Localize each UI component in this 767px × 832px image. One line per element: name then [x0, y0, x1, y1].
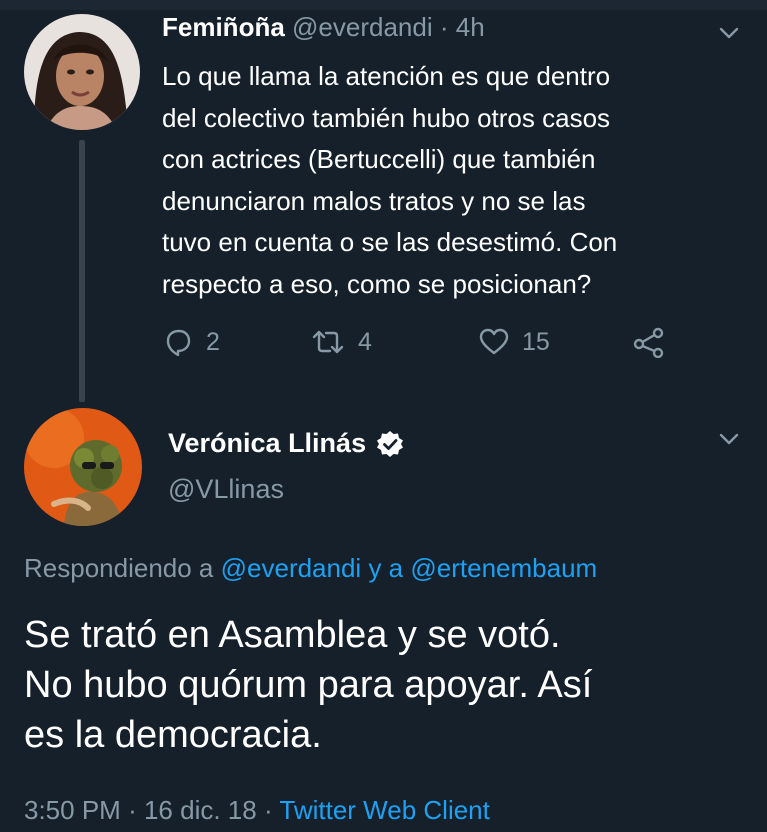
tweet1-line: respecto a eso, como se posicionan? — [162, 268, 592, 299]
tweet2-client-link[interactable]: Twitter Web Client — [279, 795, 489, 825]
chevron-down-icon[interactable] — [718, 22, 740, 44]
tweet2-author-name[interactable]: Verónica Llinás — [168, 428, 366, 459]
retweet-count: 4 — [358, 327, 372, 356]
tweet1-author-name[interactable]: Femiñoña — [162, 12, 285, 42]
reply-mention-ertenembaum[interactable]: @ertenembaum — [410, 553, 597, 583]
avatar-femino[interactable] — [24, 14, 140, 130]
tweet1-header: Femiñoña @everdandi · 4h — [162, 12, 485, 43]
like-button[interactable]: 15 — [478, 322, 550, 362]
tweet2-line: es la democracia. — [24, 714, 322, 756]
tweet1-line: tuvo en cuenta o se las desestimó. Con — [162, 227, 618, 257]
thread-connector-line — [79, 140, 85, 402]
retweet-button[interactable]: 4 — [310, 322, 372, 362]
tweet2-time[interactable]: 3:50 PM — [24, 795, 121, 825]
tweet2-text: Se trató en Asamblea y se votó. No hubo … — [24, 610, 592, 760]
share-button[interactable] — [632, 322, 666, 362]
tweet1-line: del colectivo también hubo otros casos — [162, 102, 611, 133]
tweet1-separator: · — [439, 12, 449, 42]
reply-icon — [166, 329, 191, 357]
tweet2-line: No hubo quórum para apoyar. Así — [24, 664, 593, 706]
share-icon — [633, 327, 664, 358]
tweet2-metadata: 3:50 PM · 16 dic. 18 · Twitter Web Clien… — [24, 795, 490, 826]
avatar-photo-icon — [24, 14, 140, 130]
avatar-veronica[interactable] — [24, 408, 142, 526]
meta-separator: · — [128, 795, 137, 825]
like-count: 15 — [522, 327, 550, 356]
tweet1-author-handle[interactable]: @everdandi — [292, 12, 433, 42]
reply-button[interactable]: 2 — [162, 322, 220, 362]
verified-badge-icon — [377, 430, 404, 457]
tweet2-author-handle[interactable]: @VLlinas — [168, 474, 284, 505]
reply-and-text[interactable]: y a — [368, 553, 403, 583]
reply-count: 2 — [206, 327, 220, 356]
top-edge-bar — [0, 0, 767, 10]
tweet2-line: Se trató en Asamblea y se votó. — [24, 614, 561, 656]
tweet1-line: denunciaron malos tratos y no se las — [162, 185, 586, 216]
tweet2-author-row: Verónica Llinás — [168, 428, 404, 459]
tweet1-timestamp[interactable]: 4h — [456, 12, 485, 42]
tweet1-line: con actrices (Bertuccelli) que también — [162, 144, 596, 174]
retweet-icon — [312, 330, 344, 354]
replying-to-line: Respondiendo a @everdandi y a @ertenemba… — [24, 553, 597, 584]
heart-icon — [479, 328, 509, 355]
tweet1-text: Lo que llama la atención es que dentro d… — [162, 56, 742, 305]
avatar-photo-icon — [24, 408, 142, 526]
meta-separator: · — [263, 795, 273, 825]
tweet1-line: Lo que llama la atención es que dentro — [162, 61, 611, 91]
reply-mention-everdandi[interactable]: @everdandi — [221, 553, 362, 583]
tweet1-action-bar: 2 4 15 — [162, 322, 682, 362]
chevron-down-icon[interactable] — [718, 428, 740, 450]
tweet2-date[interactable]: 16 dic. 18 — [144, 795, 257, 825]
replying-to-prefix: Respondiendo a — [24, 553, 214, 583]
